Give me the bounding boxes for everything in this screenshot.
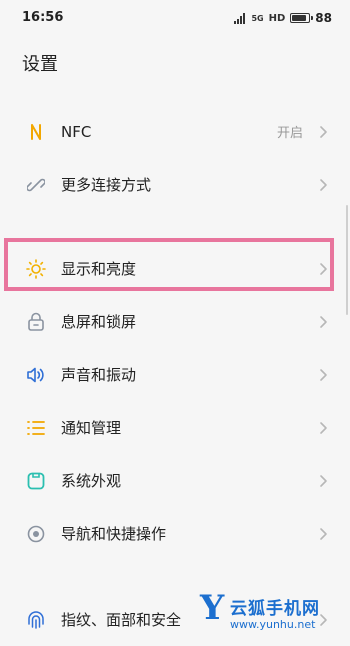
settings-item-label: 导航和快捷操作: [61, 525, 167, 543]
settings-item-display-brightness[interactable]: 显示和亮度: [0, 242, 350, 295]
list-icon: [26, 418, 46, 438]
nfc-status: 开启: [276, 126, 303, 141]
settings-item-lock-screen[interactable]: 息屏和锁屏: [0, 295, 350, 348]
status-time: 16:56: [22, 10, 64, 25]
sun-icon: [26, 258, 46, 279]
settings-item-label: NFC: [61, 122, 92, 141]
settings-item-notifications[interactable]: 通知管理: [0, 401, 350, 454]
settings-item-label: 更多连接方式: [61, 176, 152, 194]
chevron-right-icon: [320, 315, 327, 328]
settings-item-navigation-shortcuts[interactable]: 导航和快捷操作: [0, 507, 350, 560]
watermark-url: www.yunhu.net: [230, 618, 316, 631]
lock-icon: [26, 312, 46, 332]
watermark-logo: Y 云狐手机网 www.yunhu.net: [196, 588, 346, 640]
settings-group-display: 显示和亮度 息屏和锁屏 声音和振动 通知管理 系统外观 导航和快捷操作: [0, 242, 350, 560]
settings-item-label: 息屏和锁屏: [61, 313, 137, 331]
wifi-icon: HD: [268, 12, 286, 24]
chevron-right-icon: [320, 474, 327, 487]
signal-label: 5G: [251, 13, 264, 23]
settings-group-connections: NFC 开启 更多连接方式: [0, 105, 350, 211]
link-icon: [26, 175, 46, 195]
settings-item-label: 通知管理: [61, 419, 122, 437]
navigation-icon: [26, 524, 46, 544]
nfc-icon: [26, 122, 46, 142]
settings-item-label: 系统外观: [61, 472, 122, 490]
scrollbar[interactable]: [346, 205, 348, 315]
chevron-right-icon: [320, 368, 327, 381]
settings-item-label: 指纹、面部和安全: [61, 611, 182, 629]
watermark-name: 云狐手机网: [230, 599, 320, 619]
page-title: 设置: [22, 54, 58, 75]
signal-icon: [234, 12, 246, 24]
chevron-right-icon: [320, 421, 327, 434]
speaker-icon: [26, 365, 46, 385]
chevron-right-icon: [320, 178, 327, 191]
settings-item-nfc[interactable]: NFC 开启: [0, 105, 350, 158]
chevron-right-icon: [320, 125, 327, 138]
chevron-right-icon: [320, 262, 327, 275]
battery-icon: [290, 13, 314, 23]
settings-item-sound-vibration[interactable]: 声音和振动: [0, 348, 350, 401]
settings-item-label: 显示和亮度: [61, 260, 137, 278]
status-bar: 16:56 5G HD 88: [0, 0, 350, 36]
theme-icon: [26, 471, 46, 491]
settings-item-more-connections[interactable]: 更多连接方式: [0, 158, 350, 211]
settings-item-system-appearance[interactable]: 系统外观: [0, 454, 350, 507]
status-icons: 5G HD 88: [234, 10, 332, 26]
fingerprint-icon: [26, 610, 46, 630]
battery-level: 88: [315, 11, 332, 25]
settings-item-label: 声音和振动: [61, 366, 137, 384]
watermark-letter: Y: [200, 588, 225, 628]
chevron-right-icon: [320, 527, 327, 540]
